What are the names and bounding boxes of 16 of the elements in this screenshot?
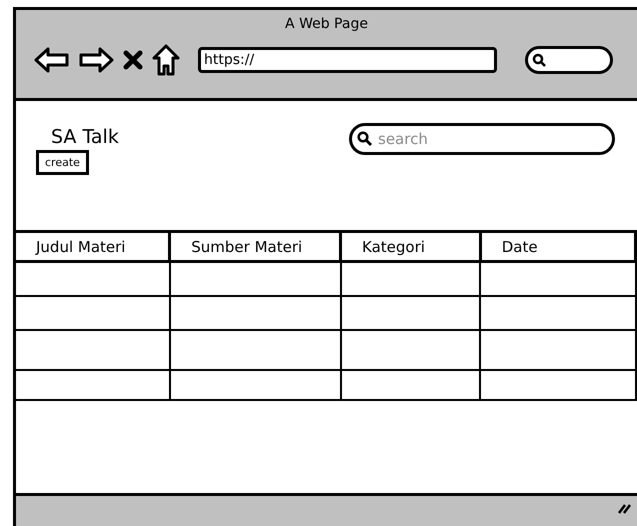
create-button[interactable]: create: [36, 150, 89, 175]
column-header: Sumber Materi: [170, 232, 341, 262]
page-title: SA Talk: [51, 126, 119, 148]
column-header: Date: [480, 232, 636, 262]
search-icon: [357, 131, 372, 146]
url-field[interactable]: https://: [198, 47, 497, 73]
close-icon[interactable]: [122, 49, 144, 71]
back-icon[interactable]: [34, 47, 70, 73]
window-title: A Web Page: [284, 15, 369, 32]
home-icon[interactable]: [152, 44, 180, 76]
search-icon: [532, 53, 546, 67]
forward-icon[interactable]: [78, 47, 114, 73]
browser-search-field[interactable]: [525, 46, 613, 74]
column-header: Kategori: [340, 232, 480, 262]
column-header: Judul Materi: [16, 232, 170, 262]
search-field[interactable]: search: [349, 123, 615, 155]
